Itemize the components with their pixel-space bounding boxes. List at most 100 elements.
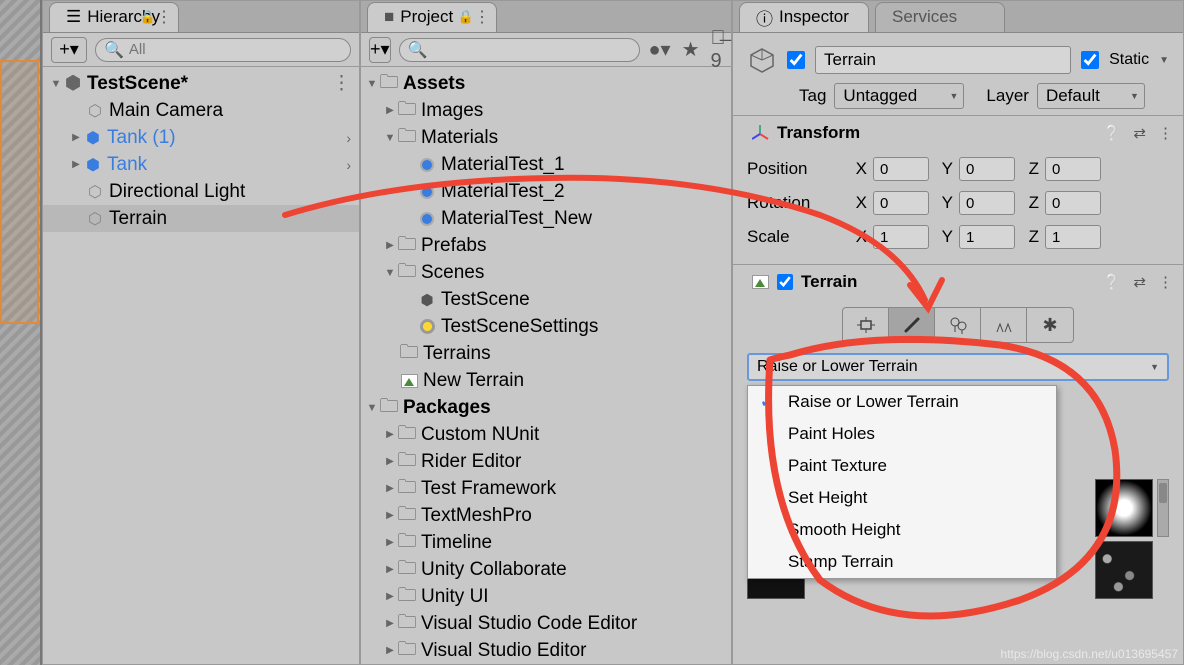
dropdown-option[interactable]: Paint Holes <box>748 418 1056 450</box>
brush-dots[interactable] <box>1095 541 1153 599</box>
package-item[interactable]: 🗀Test Framework <box>361 475 731 502</box>
preset-icon[interactable]: ⇄ <box>1133 273 1146 291</box>
transform-header[interactable]: Transform ❔ ⇄ ⋮ <box>733 116 1183 150</box>
hierarchy-search-input[interactable] <box>129 41 342 58</box>
material-item[interactable]: MaterialTest_New <box>361 205 731 232</box>
terrain-tool-neighbor[interactable] <box>843 308 889 342</box>
services-tab[interactable]: Services <box>875 2 1005 32</box>
expand-icon[interactable] <box>383 105 397 116</box>
layer-dropdown[interactable]: Default <box>1037 83 1145 109</box>
folder-images[interactable]: 🗀 Images <box>361 97 731 124</box>
terrain-tool-paint[interactable] <box>889 308 935 342</box>
expand-icon[interactable] <box>69 132 83 143</box>
lock-icon[interactable]: 🔒 <box>458 9 474 25</box>
project-tab[interactable]: ■ Project 🔒 ⋮ <box>367 2 497 32</box>
package-item[interactable]: 🗀Visual Studio Editor <box>361 637 731 664</box>
hierarchy-item-tank1[interactable]: ⬢ Tank (1) › <box>43 124 359 151</box>
scene-row[interactable]: ⬢ TestScene* ⋮ <box>43 70 359 97</box>
expand-icon[interactable] <box>365 402 379 414</box>
position-y-input[interactable]: 0 <box>959 157 1015 181</box>
folder-materials[interactable]: 🗀 Materials <box>361 124 731 151</box>
terrain-tool-settings[interactable]: ✱ <box>1027 308 1073 342</box>
chevron-right-icon[interactable]: › <box>346 130 351 146</box>
expand-icon[interactable] <box>383 645 397 656</box>
material-item[interactable]: MaterialTest_1 <box>361 151 731 178</box>
filter-type-icon[interactable]: ●▾ <box>648 37 670 62</box>
scale-z-input[interactable]: 1 <box>1045 225 1101 249</box>
package-item[interactable]: 🗀Rider Editor <box>361 448 731 475</box>
expand-icon[interactable] <box>383 429 397 440</box>
gameobject-icon[interactable] <box>747 45 777 75</box>
scene-item[interactable]: ⬢ TestScene <box>361 286 731 313</box>
expand-icon[interactable] <box>383 510 397 521</box>
filter-star-icon[interactable]: ★ <box>682 37 700 62</box>
package-item[interactable]: 🗀Timeline <box>361 529 731 556</box>
static-checkbox[interactable] <box>1081 51 1099 69</box>
hierarchy-item-terrain[interactable]: ⬡ Terrain <box>43 205 359 232</box>
terrain-tool-trees[interactable] <box>935 308 981 342</box>
position-x-input[interactable]: 0 <box>873 157 929 181</box>
expand-icon[interactable] <box>383 240 397 251</box>
dropdown-option[interactable]: ✓Raise or Lower Terrain <box>748 386 1056 418</box>
package-item[interactable]: 🗀TextMeshPro <box>361 502 731 529</box>
expand-icon[interactable] <box>383 537 397 548</box>
project-search[interactable]: 🔍 <box>399 38 641 62</box>
hidden-icon[interactable]: 👁̶9 <box>711 27 726 73</box>
dropdown-option[interactable]: Smooth Height <box>748 514 1056 546</box>
menu-icon[interactable]: ⋮ <box>1158 273 1173 291</box>
menu-icon[interactable]: ⋮ <box>1158 124 1173 142</box>
rotation-z-input[interactable]: 0 <box>1045 191 1101 215</box>
material-item[interactable]: MaterialTest_2 <box>361 178 731 205</box>
tab-menu-icon[interactable]: ⋮ <box>156 7 172 27</box>
expand-icon[interactable] <box>69 159 83 170</box>
expand-icon[interactable] <box>49 78 63 90</box>
rotation-x-input[interactable]: 0 <box>873 191 929 215</box>
chevron-right-icon[interactable]: › <box>346 157 351 173</box>
hierarchy-search[interactable]: 🔍 <box>95 38 351 62</box>
dropdown-option[interactable]: Paint Texture <box>748 450 1056 482</box>
terrain-header[interactable]: Terrain ❔ ⇄ ⋮ <box>733 265 1183 299</box>
package-item[interactable]: 🗀Custom NUnit <box>361 421 731 448</box>
create-button[interactable]: +▾ <box>51 37 87 63</box>
create-button[interactable]: +▾ <box>369 37 391 63</box>
scale-x-input[interactable]: 1 <box>873 225 929 249</box>
expand-icon[interactable] <box>383 132 397 144</box>
tag-dropdown[interactable]: Untagged <box>834 83 964 109</box>
brush-radial[interactable] <box>1095 479 1153 537</box>
terrain-asset-item[interactable]: New Terrain <box>361 367 731 394</box>
scene-menu-icon[interactable]: ⋮ <box>332 72 351 95</box>
tab-menu-icon[interactable]: ⋮ <box>474 7 490 27</box>
hierarchy-item-light[interactable]: ⬡ Directional Light <box>43 178 359 205</box>
package-item[interactable]: 🗀Unity UI <box>361 583 731 610</box>
expand-icon[interactable] <box>383 456 397 467</box>
hierarchy-tab[interactable]: ☰ Hierarchy 🔒 ⋮ <box>49 2 179 32</box>
assets-root[interactable]: 🗀 Assets <box>361 70 731 97</box>
help-icon[interactable]: ❔ <box>1103 124 1122 142</box>
scene-settings-item[interactable]: TestSceneSettings <box>361 313 731 340</box>
rotation-y-input[interactable]: 0 <box>959 191 1015 215</box>
hierarchy-item-tank[interactable]: ⬢ Tank › <box>43 151 359 178</box>
packages-root[interactable]: 🗀 Packages <box>361 394 731 421</box>
brush-scrollbar[interactable] <box>1157 479 1169 537</box>
preset-icon[interactable]: ⇄ <box>1133 124 1146 142</box>
expand-icon[interactable] <box>383 564 397 575</box>
lock-icon[interactable]: 🔒 <box>140 9 156 25</box>
terrain-mode-dropdown[interactable]: Raise or Lower Terrain <box>747 353 1169 381</box>
folder-prefabs[interactable]: 🗀 Prefabs <box>361 232 731 259</box>
expand-icon[interactable] <box>383 591 397 602</box>
static-dropdown-icon[interactable]: ▼ <box>1159 55 1169 66</box>
terrain-enabled-checkbox[interactable] <box>777 274 793 290</box>
expand-icon[interactable] <box>383 267 397 279</box>
inspector-tab[interactable]: ⓘ Inspector <box>739 2 869 32</box>
expand-icon[interactable] <box>365 78 379 90</box>
dropdown-option[interactable]: Set Height <box>748 482 1056 514</box>
folder-terrains[interactable]: 🗀 Terrains <box>361 340 731 367</box>
scale-y-input[interactable]: 1 <box>959 225 1015 249</box>
expand-icon[interactable] <box>383 483 397 494</box>
gameobject-name-input[interactable]: Terrain <box>815 46 1071 74</box>
position-z-input[interactable]: 0 <box>1045 157 1101 181</box>
hierarchy-item-maincamera[interactable]: ⬡ Main Camera <box>43 97 359 124</box>
terrain-tool-details[interactable] <box>981 308 1027 342</box>
active-checkbox[interactable] <box>787 51 805 69</box>
project-search-input[interactable] <box>432 41 631 58</box>
